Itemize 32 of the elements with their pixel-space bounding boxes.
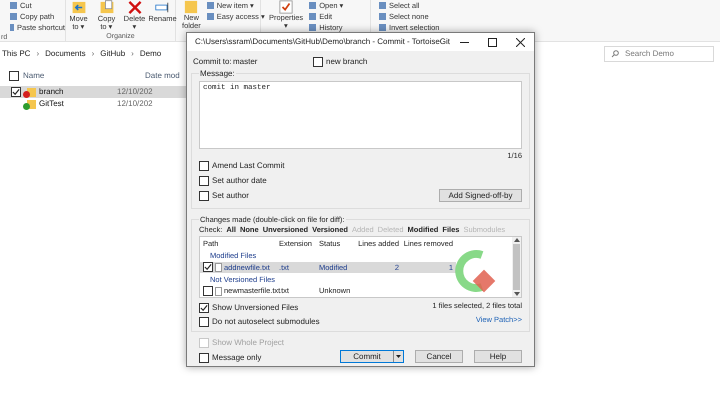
file-row[interactable]: GitTest 12/10/202: [0, 98, 186, 110]
dialog-button[interactable]: Help: [474, 350, 522, 363]
checkbox-label: Show Unversioned Files: [212, 304, 298, 312]
search-field[interactable]: Search Demo: [604, 46, 714, 62]
dialog-button[interactable]: Cancel: [415, 350, 463, 363]
window-title: C:\Users\ssram\Documents\GitHub\Demo\branch - Commit - TortoiseGit: [195, 38, 450, 46]
checkbox-label: Show Whole Project: [212, 338, 284, 346]
column-header[interactable]: Name: [23, 70, 141, 82]
file-date: 12/10/202: [117, 98, 153, 110]
breadcrumb[interactable]: Documents: [45, 48, 86, 60]
group-label: Message:: [199, 70, 236, 78]
file-row[interactable]: branch 12/10/202: [0, 86, 186, 98]
checkbox-label: Set author date: [212, 176, 267, 184]
breadcrumb-separator: ›: [131, 48, 134, 60]
branch-name: master: [233, 58, 258, 66]
file-name: branch: [39, 86, 64, 98]
field-label: Commit to:: [193, 58, 233, 66]
breadcrumb-separator: ›: [36, 48, 40, 60]
breadcrumb-separator: ›: [92, 48, 94, 60]
checkbox-label: Message only: [212, 354, 262, 362]
file-name: GitTest: [39, 98, 65, 110]
breadcrumb[interactable]: Demo: [140, 48, 162, 60]
checkbox-label: Do not autoselect submodules: [212, 318, 320, 326]
checkbox-label: Set author: [212, 192, 249, 200]
signoff-button[interactable]: Add Signed-off-by: [439, 189, 522, 202]
checkbox-label: new branch: [326, 58, 368, 66]
breadcrumb[interactable]: This PC: [2, 48, 30, 60]
breadcrumb[interactable]: GitHub: [100, 48, 126, 60]
column-header[interactable]: Date mod: [145, 70, 180, 82]
checkbox-label: Amend Last Commit: [212, 162, 284, 170]
commit-split-button[interactable]: Commit: [340, 350, 404, 363]
file-date: 12/10/202: [117, 86, 153, 98]
